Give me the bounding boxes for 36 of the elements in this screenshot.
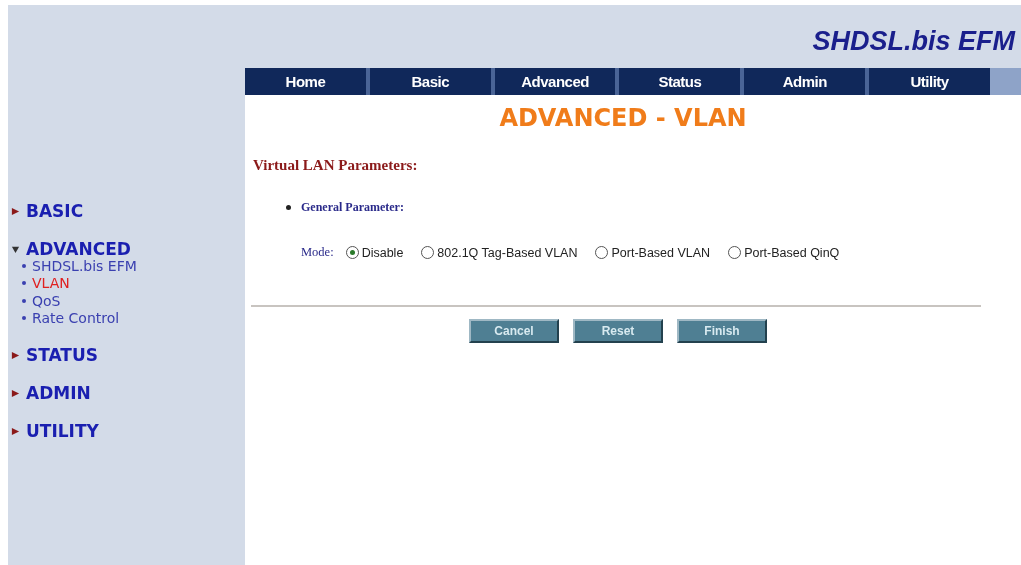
nav-tab[interactable]: Advanced: [494, 68, 616, 95]
radio-button[interactable]: [345, 246, 359, 259]
bullet-icon: [286, 205, 291, 210]
radio-button[interactable]: [421, 246, 435, 259]
bullet-icon: [22, 263, 26, 268]
radio-button[interactable]: [728, 246, 742, 259]
radio-label: Port-Based QinQ: [744, 245, 840, 260]
mode-label: Mode:: [301, 245, 334, 260]
nav-tab[interactable]: Utility: [869, 68, 990, 95]
radio-label: Disable: [361, 245, 404, 260]
subsection-title: General Parameter:: [301, 200, 404, 215]
nav-tab[interactable]: Basic: [369, 68, 491, 95]
nav-bar-end: [990, 68, 1021, 95]
nav-tab[interactable]: Home: [245, 68, 366, 95]
radio-button[interactable]: [595, 246, 609, 259]
sidebar-subitem[interactable]: Rate Control: [32, 310, 120, 327]
sidebar-subitem[interactable]: QoS: [32, 292, 61, 309]
page-title: ADVANCED - VLAN: [498, 104, 748, 132]
form-button[interactable]: Finish: [677, 319, 767, 343]
form-button[interactable]: Reset: [573, 319, 663, 343]
sidebar-item[interactable]: STATUS: [26, 345, 98, 365]
sidebar-item[interactable]: ADVANCED: [26, 239, 131, 259]
section-title: Virtual LAN Parameters:: [253, 157, 419, 174]
nav-tab[interactable]: Status: [619, 68, 741, 95]
sidebar-subitem[interactable]: SHDSL.bis EFM: [32, 257, 137, 274]
form-button[interactable]: Cancel: [469, 319, 559, 343]
bullet-icon: [22, 298, 26, 303]
sidebar-item[interactable]: ADMIN: [26, 383, 91, 403]
product-title: SHDSL.bis EFM: [812, 26, 1015, 57]
radio-label: Port-Based VLAN: [611, 245, 711, 260]
sidebar-item[interactable]: UTILITY: [26, 421, 99, 441]
radio-label: 802.1Q Tag-Based VLAN: [437, 245, 578, 260]
bullet-icon: [22, 281, 26, 286]
sidebar-item[interactable]: BASIC: [26, 201, 84, 221]
nav-tab[interactable]: Admin: [744, 68, 866, 95]
bullet-icon: [22, 316, 26, 321]
